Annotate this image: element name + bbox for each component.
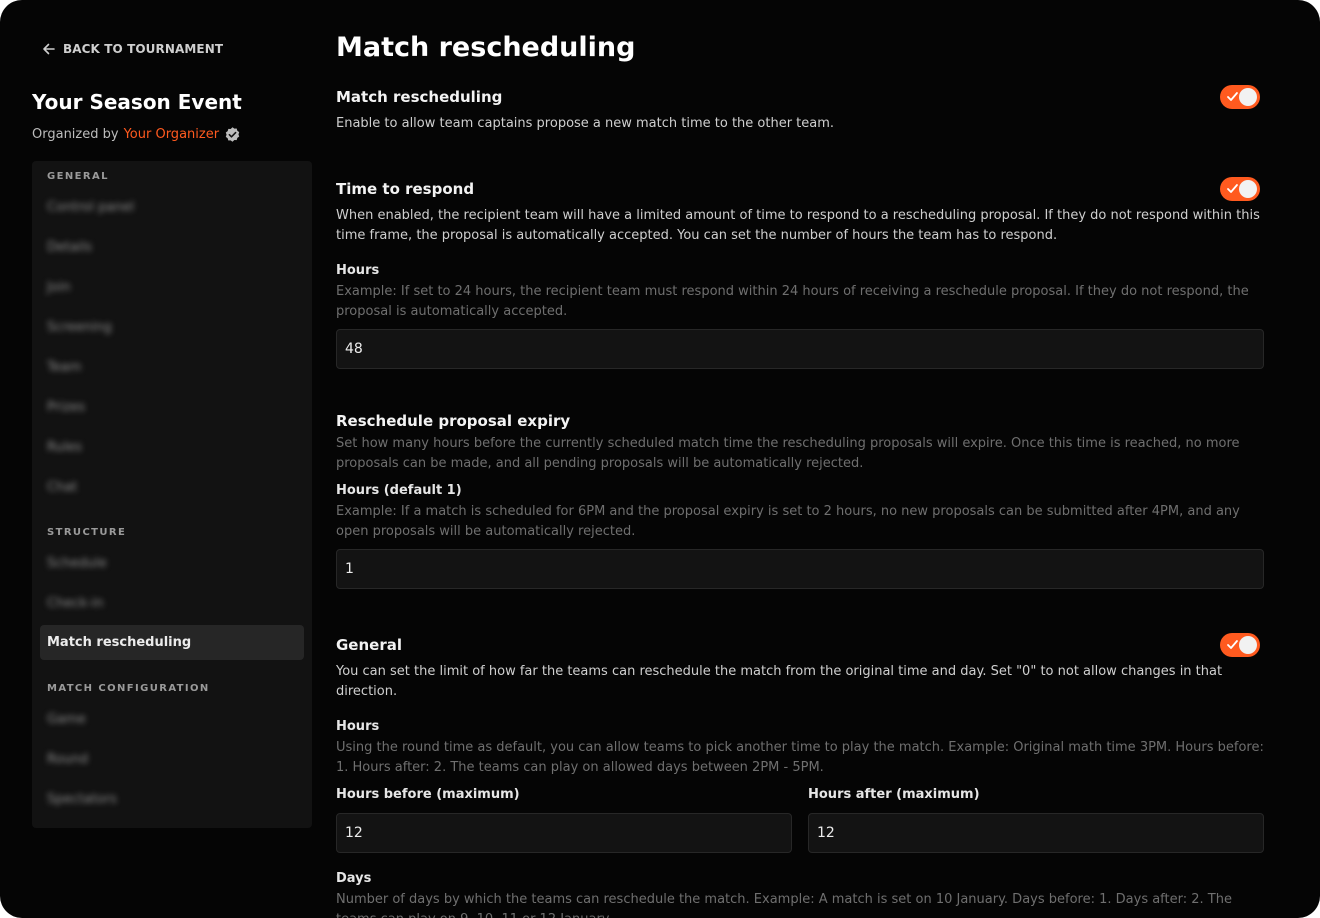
expiry-hours-label: Hours (default 1) (336, 483, 462, 498)
expiry-hours-value: 1 (345, 561, 354, 577)
rescheduling-toggle[interactable] (1220, 85, 1260, 109)
nav-item-check-in[interactable]: Check-in (40, 586, 304, 621)
hours-after-value: 12 (817, 825, 835, 841)
arrow-left-icon (43, 43, 55, 55)
nav-heading-structure: STRUCTURE (47, 527, 127, 538)
hours-after-label: Hours after (maximum) (808, 787, 980, 802)
nav-heading-general: GENERAL (47, 171, 109, 182)
settings-nav: GENERAL Control panel Details Join Scree… (32, 161, 312, 828)
respond-description: When enabled, the recipient team will ha… (336, 208, 1260, 243)
nav-item-join[interactable]: Join (40, 270, 304, 305)
general-description: You can set the limit of how far the tea… (336, 664, 1223, 699)
nav-item-team[interactable]: Team (40, 350, 304, 385)
nav-item-spectators[interactable]: Spectators (40, 782, 304, 817)
days-label: Days (336, 871, 372, 886)
nav-item-round[interactable]: Round (40, 742, 304, 777)
general-hours-label: Hours (336, 719, 380, 734)
expiry-hours-input[interactable]: 1 (336, 549, 1264, 589)
rescheduling-description: Enable to allow team captains propose a … (336, 116, 835, 131)
general-hours-help: Using the round time as default, you can… (336, 740, 1264, 775)
respond-toggle[interactable] (1220, 177, 1260, 201)
organized-by-label: Organized by (32, 127, 119, 142)
expiry-description: Set how many hours before the currently … (336, 436, 1240, 471)
respond-hours-value: 48 (345, 341, 363, 357)
nav-item-rules[interactable]: Rules (40, 430, 304, 465)
check-icon (1227, 184, 1238, 193)
nav-item-screening[interactable]: Screening (40, 310, 304, 345)
toggle-knob (1239, 636, 1257, 654)
nav-item-schedule[interactable]: Schedule (40, 546, 304, 581)
back-to-tournament-link[interactable]: BACK TO TOURNAMENT (42, 40, 223, 58)
respond-title: Time to respond (336, 180, 475, 198)
nav-heading-match-configuration: MATCH CONFIGURATION (47, 683, 210, 694)
nav-item-prizes[interactable]: Prizes (40, 390, 304, 425)
check-icon (1227, 92, 1238, 101)
general-toggle[interactable] (1220, 633, 1260, 657)
nav-item-game[interactable]: Game (40, 702, 304, 737)
expiry-hours-help: Example: If a match is scheduled for 6PM… (336, 504, 1240, 539)
app-window: BACK TO TOURNAMENT Your Season Event Org… (0, 0, 1320, 918)
toggle-knob (1239, 88, 1257, 106)
nav-item-chat[interactable]: Chat (40, 470, 304, 505)
respond-hours-help: Example: If set to 24 hours, the recipie… (336, 284, 1249, 319)
days-help: Number of days by which the teams can re… (336, 892, 1232, 918)
check-icon (1227, 640, 1238, 649)
general-title: General (336, 636, 402, 654)
hours-before-label: Hours before (maximum) (336, 787, 520, 802)
toggle-knob (1239, 180, 1257, 198)
nav-item-control-panel[interactable]: Control panel (40, 190, 304, 225)
nav-item-details[interactable]: Details (40, 230, 304, 265)
respond-hours-input[interactable]: 48 (336, 329, 1264, 369)
expiry-title: Reschedule proposal expiry (336, 412, 571, 430)
nav-item-match-rescheduling[interactable]: Match rescheduling (40, 625, 304, 660)
back-label: BACK TO TOURNAMENT (63, 42, 224, 56)
hours-before-value: 12 (345, 825, 363, 841)
hours-after-input[interactable]: 12 (808, 813, 1264, 853)
event-title: Your Season Event (32, 90, 242, 114)
rescheduling-title: Match rescheduling (336, 88, 503, 106)
page-title: Match rescheduling (336, 32, 636, 63)
hours-before-input[interactable]: 12 (336, 813, 792, 853)
organizer-link[interactable]: Your Organizer (124, 127, 219, 142)
verified-badge-icon (225, 127, 240, 142)
organizer-line: Organized by Your Organizer (32, 126, 241, 143)
respond-hours-label: Hours (336, 263, 380, 278)
